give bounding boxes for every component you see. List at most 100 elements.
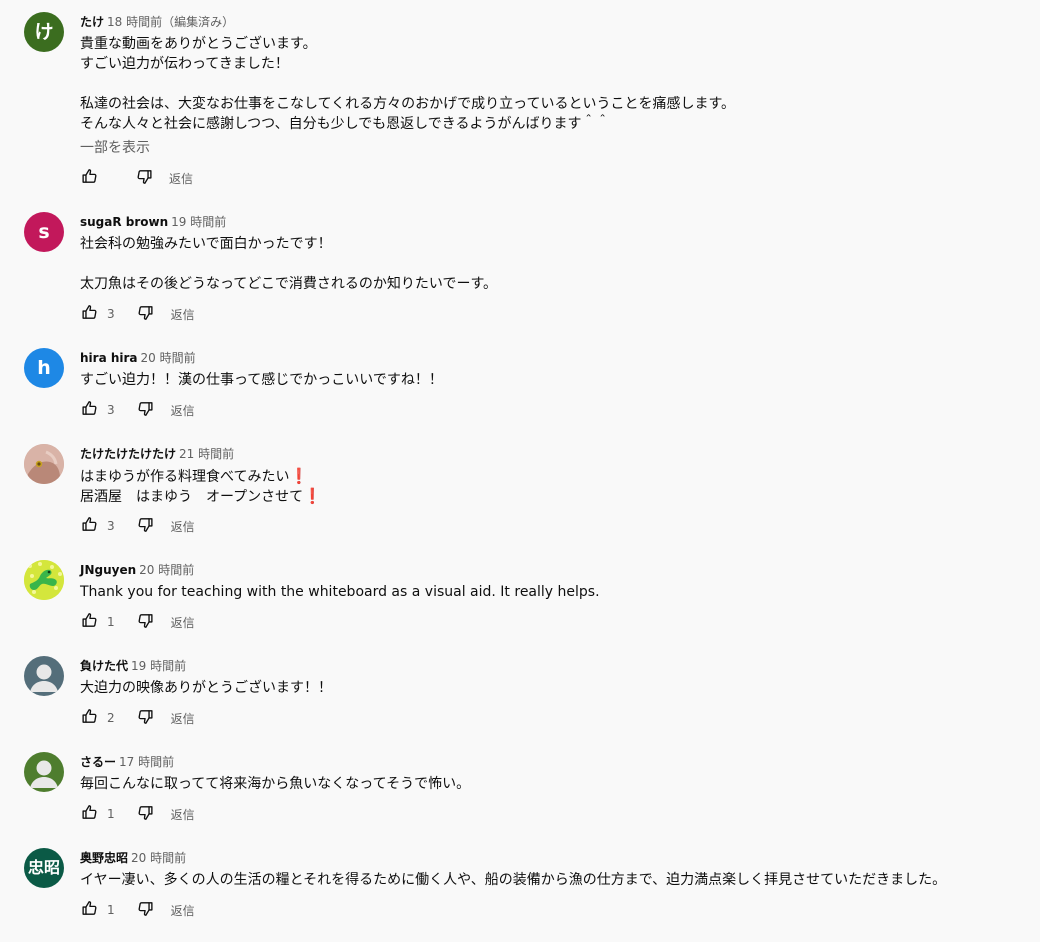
timestamp[interactable]: 20 時間前 xyxy=(131,851,186,865)
comment-line xyxy=(80,254,1020,274)
reply-button[interactable]: 返信 xyxy=(171,402,195,419)
comment-text: 社会科の勉強みたいで面白かったです！ 太刀魚はその後どうなってどこで消費されるの… xyxy=(80,234,1020,294)
like-button[interactable] xyxy=(80,516,98,537)
comment-line: 貴重な動画をありがとうございます。 xyxy=(80,36,317,52)
dislike-button[interactable] xyxy=(137,613,155,631)
comment-actions: 3 返信 xyxy=(80,516,195,536)
like-button[interactable] xyxy=(80,304,98,323)
comment-line: イヤー凄い、多くの人の生活の糧とそれを得るために働く人や、船の装備から漁の仕方ま… xyxy=(80,872,947,888)
exclamation-emoji: ❗ xyxy=(289,467,309,485)
pattern-icon xyxy=(24,560,64,600)
comment-actions: 2 返信 xyxy=(80,708,195,728)
avatar[interactable] xyxy=(24,656,64,696)
comment-text: はまゆうが作る料理食べてみたい❗ 居酒屋 はまゆう オープンさせて ❗ xyxy=(80,466,1020,506)
comment-header: 奥野忠昭 20 時間前 xyxy=(80,848,186,866)
like-button[interactable] xyxy=(80,900,98,921)
like-button[interactable] xyxy=(80,400,98,421)
thumbs-up-icon xyxy=(81,612,98,633)
dislike-button[interactable] xyxy=(137,517,155,535)
comment-line-text: 居酒屋 はまゆう オープンさせて xyxy=(80,489,304,505)
thumbs-up-icon xyxy=(81,900,98,921)
comment-actions: 1 返信 xyxy=(80,612,195,632)
person-icon xyxy=(30,760,58,788)
thumbs-up-icon xyxy=(81,400,98,421)
author-name[interactable]: たけ xyxy=(80,15,104,29)
like-count: 3 xyxy=(107,519,115,533)
like-button[interactable] xyxy=(80,612,98,633)
like-count: 2 xyxy=(107,711,115,725)
author-name[interactable]: hira hira xyxy=(80,351,138,365)
timestamp[interactable]: 20 時間前 xyxy=(139,563,194,577)
dislike-button[interactable] xyxy=(137,805,155,823)
comment-line: 私達の社会は、大変なお仕事をこなしてくれる方々のおかげで成り立っているということ… xyxy=(80,96,736,112)
thumbs-up-icon xyxy=(81,708,98,729)
author-name[interactable]: たけたけたけたけ xyxy=(80,447,176,461)
comment-line: Thank you for teaching with the whiteboa… xyxy=(80,584,600,600)
thumbs-up-icon xyxy=(81,804,98,825)
thumbs-down-icon xyxy=(137,900,154,921)
avatar[interactable]: h xyxy=(24,348,64,388)
avatar[interactable] xyxy=(24,444,64,484)
reply-button[interactable]: 返信 xyxy=(171,614,195,631)
dislike-button[interactable] xyxy=(135,169,153,187)
like-count: 1 xyxy=(107,807,115,821)
comment-header: たけ 18 時間前（編集済み） xyxy=(80,12,234,30)
reply-button[interactable]: 返信 xyxy=(171,306,195,323)
comment-line: 毎回こんなに取ってて将来海から魚いなくなってそうで怖い。 xyxy=(80,776,471,792)
timestamp[interactable]: 18 時間前（編集済み） xyxy=(107,15,234,29)
avatar-letter: け xyxy=(34,21,54,43)
comment-text: 毎回こんなに取ってて将来海から魚いなくなってそうで怖い。 xyxy=(80,774,1020,794)
avatar-letter: 忠昭 xyxy=(27,858,60,877)
comment-actions: 1 返信 xyxy=(80,900,195,920)
avatar[interactable]: け xyxy=(24,12,64,52)
dislike-button[interactable] xyxy=(137,901,155,919)
comment-text: 貴重な動画をありがとうございます。 すごい迫力が伝わってきました！ 私達の社会は… xyxy=(80,34,1020,158)
thumbs-down-icon xyxy=(137,612,154,633)
thumbs-down-icon xyxy=(137,516,154,537)
thumbs-down-icon xyxy=(136,168,153,189)
author-name[interactable]: 負けた代 xyxy=(80,659,128,673)
author-name[interactable]: さるー xyxy=(80,755,116,769)
like-count: 3 xyxy=(107,403,115,417)
dislike-button[interactable] xyxy=(137,401,155,419)
comment-line: そんな人々と社会に感謝しつつ、自分も少しでも恩返しできるようがんばります＾＾ xyxy=(80,116,610,132)
author-name[interactable]: JNguyen xyxy=(80,563,136,577)
comment-header: 負けた代 19 時間前 xyxy=(80,656,186,674)
comment-line: すごい迫力！！漢の仕事って感じでかっこいいですね！！ xyxy=(80,372,443,388)
avatar[interactable] xyxy=(24,752,64,792)
author-name[interactable]: 奥野忠昭 xyxy=(80,851,128,865)
comment-line-text: はまゆうが作る料理食べてみたい xyxy=(80,469,290,485)
timestamp[interactable]: 20 時間前 xyxy=(141,351,196,365)
comment-text: Thank you for teaching with the whiteboa… xyxy=(80,582,1020,602)
avatar[interactable]: 忠昭 xyxy=(24,848,64,888)
comment-line xyxy=(80,74,1020,94)
timestamp[interactable]: 19 時間前 xyxy=(131,659,186,673)
hand-photo-icon xyxy=(24,444,64,484)
reply-button[interactable]: 返信 xyxy=(171,710,195,727)
like-button[interactable] xyxy=(80,804,98,825)
comment-line: 社会科の勉強みたいで面白かったです！ xyxy=(80,236,332,252)
author-name[interactable]: sugaR brown xyxy=(80,215,168,229)
comment-line: はまゆうが作る料理食べてみたい❗ xyxy=(80,466,1020,486)
comment-actions: 返信 xyxy=(80,168,193,188)
dislike-button[interactable] xyxy=(137,305,155,323)
avatar-letter: h xyxy=(37,357,51,379)
dislike-button[interactable] xyxy=(137,709,155,727)
avatar[interactable]: s xyxy=(24,212,64,252)
show-more-link[interactable]: 一部を表示 xyxy=(80,138,150,158)
timestamp[interactable]: 17 時間前 xyxy=(119,755,174,769)
reply-button[interactable]: 返信 xyxy=(171,518,195,535)
comment-text: イヤー凄い、多くの人の生活の糧とそれを得るために働く人や、船の装備から漁の仕方ま… xyxy=(80,870,1020,890)
like-button[interactable] xyxy=(80,708,98,729)
reply-button[interactable]: 返信 xyxy=(171,902,195,919)
person-icon xyxy=(30,664,58,692)
timestamp[interactable]: 21 時間前 xyxy=(179,447,234,461)
avatar[interactable] xyxy=(24,560,64,600)
reply-button[interactable]: 返信 xyxy=(169,170,193,187)
thumbs-down-icon xyxy=(137,400,154,421)
like-button[interactable] xyxy=(80,168,98,187)
thumbs-down-icon xyxy=(137,708,154,729)
reply-button[interactable]: 返信 xyxy=(171,806,195,823)
timestamp[interactable]: 19 時間前 xyxy=(171,215,226,229)
thumbs-up-icon xyxy=(81,516,98,537)
